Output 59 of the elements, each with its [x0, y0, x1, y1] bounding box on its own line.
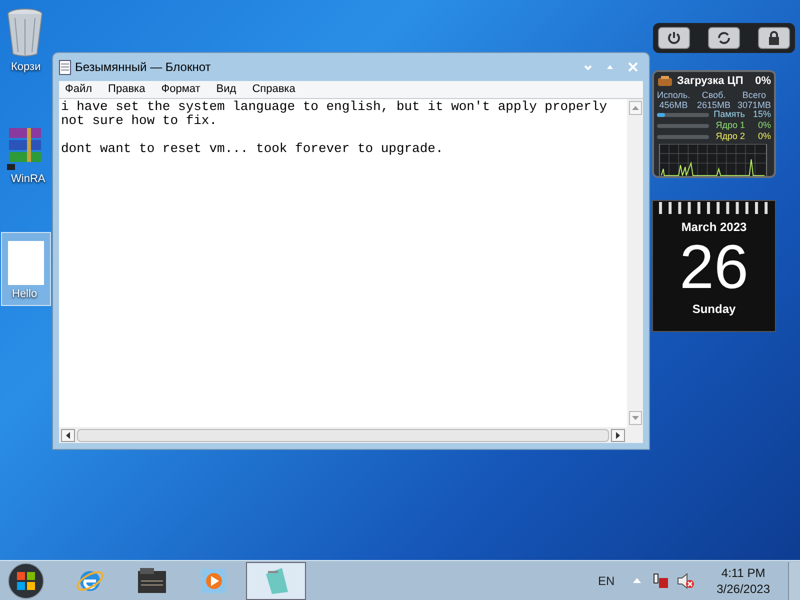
- icon-label: Корзи: [10, 62, 41, 73]
- text-line: not sure how to fix.: [61, 114, 218, 128]
- column-label: Всего: [742, 90, 766, 100]
- window-title: Безымянный — Блокнот: [75, 59, 211, 76]
- meter-label: Ядро 1: [714, 119, 745, 132]
- windows-logo-icon: [16, 570, 36, 590]
- media-player-icon: [201, 568, 227, 594]
- text-line: i have set the system language to english, but it won't apply properly: [61, 100, 608, 114]
- scroll-left-icon[interactable]: [61, 428, 75, 442]
- power-button[interactable]: [658, 27, 690, 49]
- scroll-thumb[interactable]: [77, 428, 609, 442]
- column-value: 2615MB: [697, 100, 731, 110]
- month-year: March 2023: [681, 219, 747, 236]
- menu-item[interactable]: Файл: [65, 81, 92, 98]
- image-thumbnail: [8, 241, 44, 285]
- meter-label: Память: [713, 108, 745, 122]
- weekday: Sunday: [692, 301, 736, 318]
- clock[interactable]: 4:11 PM 3/26/2023: [716, 564, 770, 596]
- vertical-scrollbar[interactable]: [627, 99, 643, 427]
- clock-time: 4:11 PM: [721, 564, 766, 580]
- meter-reading: 0%: [756, 119, 771, 132]
- day-number: 26: [680, 236, 748, 300]
- lock-button[interactable]: [758, 27, 790, 49]
- clock-date: 3/26/2023: [716, 580, 770, 596]
- column-label: Своб.: [702, 90, 726, 100]
- meter-reading: 0%: [756, 130, 771, 144]
- desktop-icon[interactable]: Корзи: [1, 4, 51, 78]
- muted-speaker-icon[interactable]: [676, 572, 695, 588]
- scroll-right-icon[interactable]: [611, 428, 625, 442]
- book-stack-icon: [7, 126, 43, 170]
- desktop-icon[interactable]: WinRA: [1, 122, 51, 196]
- column-label: Исполь.: [657, 90, 690, 100]
- restart-button[interactable]: [708, 27, 740, 49]
- menu-item[interactable]: Правка: [108, 81, 146, 98]
- power-icon: [667, 31, 681, 45]
- lock-icon: [768, 31, 780, 45]
- trash-bin-icon: [5, 8, 45, 58]
- column-value: 3071MB: [737, 100, 771, 110]
- start-button[interactable]: [8, 562, 44, 598]
- meter-label: Ядро 2: [714, 130, 745, 144]
- cpu-reading: 0%: [755, 74, 771, 89]
- icon-label: Hello: [11, 289, 38, 300]
- menu-item[interactable]: Справка: [252, 81, 296, 98]
- icon-label: WinRA: [10, 174, 46, 185]
- menu-item[interactable]: Формат: [161, 81, 200, 98]
- gadget-title: Загрузка ЦП: [677, 74, 744, 89]
- taskbar-app-button[interactable]: [246, 562, 306, 600]
- text-line: dont want to reset vm... took forever to upgrade.: [61, 142, 444, 156]
- notepad-icon: [59, 60, 71, 74]
- folder-icon: [137, 566, 167, 594]
- menu-item[interactable]: Вид: [216, 81, 236, 98]
- show-desktop-button[interactable]: [788, 562, 800, 600]
- horizontal-scrollbar[interactable]: [59, 427, 643, 443]
- column-value: 456MB: [659, 100, 688, 110]
- refresh-icon: [717, 31, 731, 45]
- meter-reading: 15%: [752, 108, 771, 122]
- show-hidden-icons-icon[interactable]: [632, 578, 641, 583]
- scroll-up-icon[interactable]: [628, 101, 642, 115]
- language-indicator[interactable]: EN: [598, 572, 615, 590]
